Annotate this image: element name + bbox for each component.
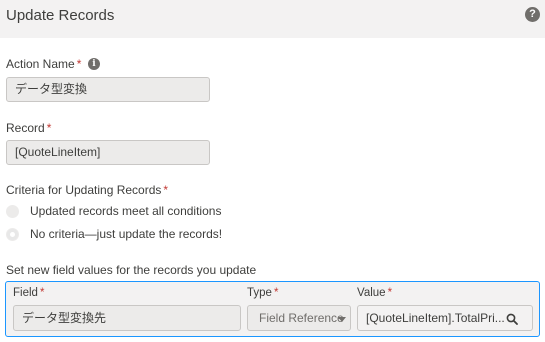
action-name-label: Action Name *	[6, 57, 82, 71]
help-icon[interactable]: ?	[525, 7, 540, 22]
value-input-text: [QuoteLineItem].TotalPri...	[366, 311, 505, 325]
type-select-value: Field Reference	[259, 311, 344, 325]
criteria-label: Criteria for Updating Records *	[6, 183, 169, 197]
value-column-label: Value *	[357, 287, 393, 299]
radio-button-selected[interactable]	[6, 228, 19, 241]
field-input[interactable]: データ型変換先	[13, 305, 241, 331]
header-bar: Update Records ?	[0, 0, 545, 38]
chevron-down-icon	[338, 317, 346, 322]
type-select[interactable]: Field Reference	[247, 305, 351, 331]
info-icon[interactable]: i	[88, 58, 100, 70]
radio-label: No criteria—just update the records!	[30, 227, 223, 241]
required-mark: *	[76, 57, 82, 71]
type-column-label: Type *	[247, 287, 279, 299]
required-mark: *	[46, 121, 52, 135]
value-input[interactable]: [QuoteLineItem].TotalPri...	[357, 305, 533, 331]
field-values-label: Set new field values for the records you…	[6, 263, 257, 277]
field-column-label: Field *	[13, 287, 45, 299]
record-label: Record *	[6, 121, 52, 135]
radio-label: Updated records meet all conditions	[30, 204, 222, 218]
radio-button[interactable]	[6, 205, 19, 218]
field-value-row: Field * Type * Value * データ型変換先 Field Refere…	[5, 281, 540, 337]
required-mark: *	[163, 183, 169, 197]
record-input[interactable]: [QuoteLineItem]	[6, 140, 210, 165]
search-icon[interactable]	[506, 313, 518, 325]
action-name-input[interactable]: データ型変換	[6, 77, 210, 102]
page-title: Update Records	[6, 7, 115, 24]
